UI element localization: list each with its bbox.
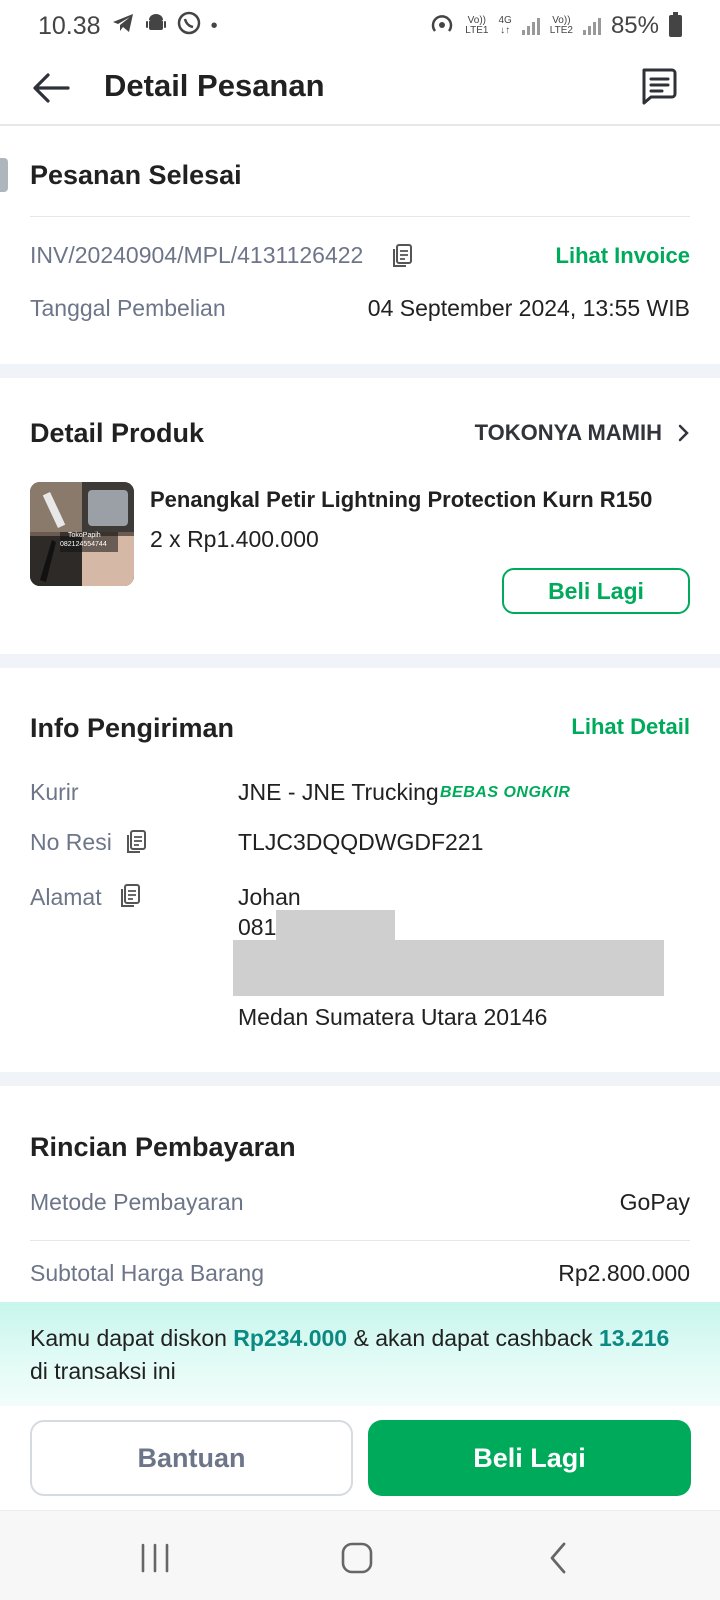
section-divider <box>0 364 720 378</box>
view-invoice-link[interactable]: Lihat Invoice <box>556 243 690 269</box>
copy-resi-icon[interactable] <box>125 829 147 855</box>
signal-icon <box>521 17 540 35</box>
product-image[interactable]: TokoPapih 082124554744 <box>30 482 134 586</box>
buy-again-button[interactable]: Beli Lagi <box>368 1420 691 1496</box>
address-name: Johan <box>238 884 301 910</box>
resi-label: No Resi <box>30 829 112 855</box>
courier-label: Kurir <box>30 779 79 805</box>
subtotal-label: Subtotal Harga Barang <box>30 1260 264 1286</box>
section-divider <box>0 1072 720 1086</box>
cashback-amount: 13.216 <box>599 1325 670 1351</box>
banner-text-1: Kamu dapat diskon <box>30 1325 234 1351</box>
android-icon <box>145 12 167 40</box>
status-bar: 10.38 • Vo)) LTE1 4G ↓↑ Vo)) LTE2 85% <box>0 0 720 52</box>
back-button[interactable] <box>30 66 74 110</box>
hotspot-icon <box>429 11 455 42</box>
resi-value: TLJC3DQQDWGDF221 <box>238 829 484 855</box>
status-accent-bar <box>0 158 8 192</box>
lte1-bottom: LTE1 <box>465 25 489 36</box>
arrow-left-icon <box>33 73 70 103</box>
copy-address-icon[interactable] <box>119 883 141 909</box>
image-watermark-1: TokoPapih <box>68 532 101 539</box>
banner-text-3: di transaksi ini <box>30 1358 176 1384</box>
status-time: 10.38 <box>38 11 101 40</box>
address-phone: 081 <box>238 914 277 940</box>
whatsapp-icon <box>177 11 201 41</box>
help-button[interactable]: Bantuan <box>30 1420 353 1496</box>
courier-value: JNE - JNE Trucking <box>238 779 439 805</box>
address-city: Medan Sumatera Utara 20146 <box>238 1004 548 1030</box>
product-name[interactable]: Penangkal Petir Lightning Protection Kur… <box>150 487 652 513</box>
telegram-icon <box>111 12 135 40</box>
divider <box>30 216 690 217</box>
recent-apps-icon[interactable] <box>138 1543 172 1573</box>
copy-icon[interactable] <box>391 243 413 269</box>
cashback-banner: Kamu dapat diskon Rp234.000 & akan dapat… <box>0 1302 720 1406</box>
4g-label: 4G <box>498 15 512 26</box>
address-label: Alamat <box>30 884 102 910</box>
lte2-bottom: LTE2 <box>549 25 573 36</box>
divider <box>30 1240 690 1241</box>
product-qty-price: 2 x Rp1.400.000 <box>150 526 319 552</box>
banner-text-2: & akan dapat cashback <box>347 1325 599 1351</box>
redacted-address <box>233 940 664 996</box>
4g-indicator: 4G ↓↑ <box>498 15 512 36</box>
lte1-indicator: Vo)) LTE1 <box>465 16 488 36</box>
system-nav-bar <box>0 1510 720 1600</box>
redacted-phone <box>276 910 395 940</box>
shop-name: TOKONYA MAMIH <box>474 420 662 445</box>
subtotal-value: Rp2.800.000 <box>558 1260 690 1286</box>
free-shipping-badge: BEBAS ONGKIR <box>440 784 571 801</box>
shipping-section-title: Info Pengiriman <box>30 713 235 743</box>
purchase-date-value: 04 September 2024, 13:55 WIB <box>367 295 690 321</box>
shop-link[interactable]: TOKONYA MAMIH <box>475 420 690 446</box>
payment-method-value: GoPay <box>619 1189 690 1215</box>
shipping-detail-link[interactable]: Lihat Detail <box>571 714 690 740</box>
signal-2-icon <box>582 17 601 35</box>
cashback-text: Kamu dapat diskon Rp234.000 & akan dapat… <box>30 1322 690 1388</box>
product-buy-again-button[interactable]: Beli Lagi <box>502 568 690 614</box>
image-watermark-2: 082124554744 <box>60 541 107 548</box>
dot-icon: • <box>210 14 218 37</box>
chevron-right-icon <box>678 424 689 442</box>
home-icon[interactable] <box>340 1541 374 1575</box>
app-header: Detail Pesanan <box>0 52 720 126</box>
chat-button[interactable] <box>636 64 680 108</box>
product-section-title: Detail Produk <box>30 418 205 448</box>
purchase-date-label: Tanggal Pembelian <box>30 295 226 321</box>
battery-icon <box>669 12 682 37</box>
invoice-number: INV/20240904/MPL/4131126422 <box>30 242 364 268</box>
page-title: Detail Pesanan <box>104 68 325 103</box>
chat-icon <box>642 68 677 105</box>
lte2-indicator: Vo)) LTE2 <box>550 16 573 36</box>
payment-section-title: Rincian Pembayaran <box>30 1132 296 1162</box>
section-divider <box>0 654 720 668</box>
system-back-icon[interactable] <box>546 1541 570 1575</box>
bottom-actions: Bantuan Beli Lagi <box>0 1406 720 1510</box>
discount-amount: Rp234.000 <box>233 1325 348 1351</box>
order-status-title: Pesanan Selesai <box>30 160 242 190</box>
payment-method-label: Metode Pembayaran <box>30 1189 244 1215</box>
battery-level: 85% <box>610 12 659 39</box>
